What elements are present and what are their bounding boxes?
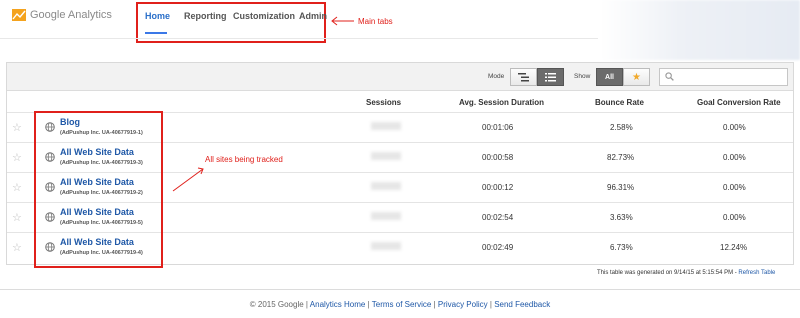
main-tabs-annotation: Main tabs xyxy=(358,17,393,26)
terms-of-service-link[interactable]: Terms of Service xyxy=(372,300,432,309)
column-header-avg-session-duration[interactable]: Avg. Session Duration xyxy=(459,98,544,107)
active-tab-indicator xyxy=(145,32,167,34)
generated-text: This table was generated on 9/14/15 at 5… xyxy=(597,270,739,276)
sites-annotation: All sites being tracked xyxy=(205,155,283,164)
sites-arrow-icon xyxy=(172,167,204,192)
bounce-rate-cell: 3.63% xyxy=(610,213,633,222)
star-toggle-icon[interactable]: ☆ xyxy=(12,241,22,254)
show-all-button[interactable]: All xyxy=(596,68,623,86)
brand-name: Google Analytics xyxy=(30,9,112,21)
avg-session-duration-cell: 00:02:54 xyxy=(482,213,514,222)
main-tabs-arrow-icon xyxy=(331,16,354,26)
list-icon xyxy=(545,72,556,81)
column-header-goal-conversion-rate[interactable]: Goal Conversion Rate xyxy=(697,98,781,107)
send-feedback-link[interactable]: Send Feedback xyxy=(494,300,550,309)
hierarchy-icon xyxy=(518,72,529,81)
header: Google Analytics Home Reporting Customiz… xyxy=(0,0,800,60)
analytics-logo-icon xyxy=(12,9,26,21)
copyright: © 2015 Google xyxy=(249,300,304,309)
tab-home[interactable]: Home xyxy=(145,11,170,21)
column-header-bounce-rate[interactable]: Bounce Rate xyxy=(595,98,644,107)
tab-customization[interactable]: Customization xyxy=(233,11,295,21)
avg-session-duration-cell: 00:00:58 xyxy=(482,153,514,162)
avg-session-duration-cell: 00:00:12 xyxy=(482,183,514,192)
search-input[interactable] xyxy=(659,68,788,86)
mode-hierarchy-button[interactable] xyxy=(510,68,537,86)
star-icon: ★ xyxy=(632,71,641,83)
sessions-value-blurred xyxy=(371,182,401,190)
search-icon xyxy=(665,72,674,81)
mode-list-button[interactable] xyxy=(537,68,564,86)
footer-divider xyxy=(0,289,800,290)
bounce-rate-cell: 82.73% xyxy=(607,153,635,162)
sites-highlight-box xyxy=(34,111,163,268)
avg-session-duration-cell: 00:02:49 xyxy=(482,243,514,252)
sessions-value-blurred xyxy=(371,152,401,160)
privacy-policy-link[interactable]: Privacy Policy xyxy=(438,300,488,309)
header-divider xyxy=(0,38,598,39)
footer: © 2015 Google | Analytics Home | Terms o… xyxy=(249,300,551,309)
goal-conversion-rate-cell: 12.24% xyxy=(720,243,748,252)
column-header-sessions[interactable]: Sessions xyxy=(366,98,401,107)
sessions-value-blurred xyxy=(371,122,401,130)
refresh-table-link[interactable]: Refresh Table xyxy=(738,270,775,276)
star-toggle-icon[interactable]: ☆ xyxy=(12,211,22,224)
show-starred-button[interactable]: ★ xyxy=(623,68,650,86)
star-toggle-icon[interactable]: ☆ xyxy=(12,151,22,164)
star-toggle-icon[interactable]: ☆ xyxy=(12,121,22,134)
sessions-value-blurred xyxy=(371,212,401,220)
bounce-rate-cell: 2.58% xyxy=(610,123,633,132)
goal-conversion-rate-cell: 0.00% xyxy=(723,213,746,222)
show-label: Show xyxy=(574,73,591,80)
table-toolbar: Mode Show All ★ xyxy=(7,63,793,91)
star-toggle-icon[interactable]: ☆ xyxy=(12,181,22,194)
bounce-rate-cell: 6.73% xyxy=(610,243,633,252)
tab-admin[interactable]: Admin xyxy=(299,11,327,21)
mode-label: Mode xyxy=(488,73,505,80)
analytics-home-link[interactable]: Analytics Home xyxy=(310,300,366,309)
sessions-value-blurred xyxy=(371,242,401,250)
table-generated-note: This table was generated on 9/14/15 at 5… xyxy=(597,270,775,276)
google-analytics-logo[interactable]: Google Analytics xyxy=(12,9,112,21)
avg-session-duration-cell: 00:01:06 xyxy=(482,123,514,132)
goal-conversion-rate-cell: 0.00% xyxy=(723,183,746,192)
main-tabs-highlight-box xyxy=(136,2,326,43)
goal-conversion-rate-cell: 0.00% xyxy=(723,153,746,162)
goal-conversion-rate-cell: 0.00% xyxy=(723,123,746,132)
header-background xyxy=(600,0,800,60)
bounce-rate-cell: 96.31% xyxy=(607,183,635,192)
tab-reporting[interactable]: Reporting xyxy=(184,11,227,21)
